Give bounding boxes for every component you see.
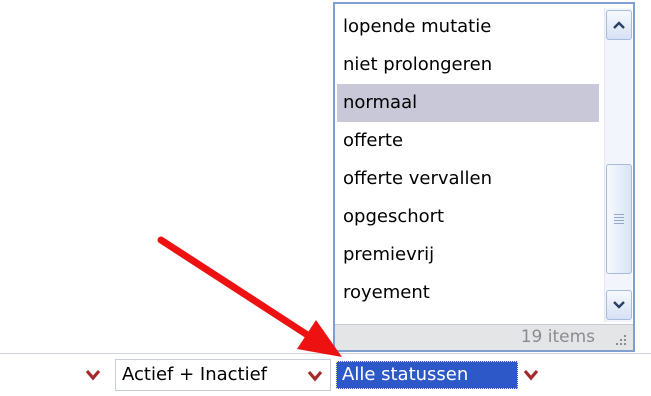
resize-grip-icon[interactable] bbox=[613, 332, 627, 346]
active-filter-value: Actief + Inactief bbox=[122, 364, 268, 385]
popup-footer: 19 items bbox=[335, 324, 633, 350]
scrollbar-thumb[interactable] bbox=[606, 164, 632, 274]
list-item[interactable]: royement bbox=[337, 274, 599, 312]
filter-combo-left[interactable] bbox=[0, 359, 110, 391]
status-options-list[interactable]: lopende mutatie niet prolongeren normaal… bbox=[337, 8, 599, 322]
chevron-down-icon bbox=[307, 370, 323, 382]
list-item-selected[interactable]: normaal bbox=[337, 84, 599, 122]
dropdown-button[interactable] bbox=[304, 367, 326, 385]
grip-icon bbox=[614, 212, 624, 226]
list-item[interactable]: opgeschort bbox=[337, 198, 599, 236]
status-filter-combo[interactable]: Alle statussen bbox=[334, 359, 554, 391]
chevron-down-icon bbox=[523, 369, 539, 381]
scroll-up-button[interactable] bbox=[606, 10, 632, 40]
list-item[interactable]: offerte bbox=[337, 122, 599, 160]
scroll-down-button[interactable] bbox=[606, 290, 632, 320]
chevron-up-icon bbox=[613, 21, 625, 29]
status-filter-value[interactable]: Alle statussen bbox=[336, 361, 518, 389]
vertical-scrollbar[interactable] bbox=[604, 8, 632, 322]
dropdown-button[interactable] bbox=[520, 366, 542, 384]
status-dropdown-popup[interactable]: lopende mutatie niet prolongeren normaal… bbox=[333, 2, 635, 352]
filter-bar: Actief + Inactief Alle statussen bbox=[0, 356, 651, 394]
list-item[interactable]: lopende mutatie bbox=[337, 8, 599, 46]
list-item[interactable]: offerte vervallen bbox=[337, 160, 599, 198]
chevron-down-icon bbox=[613, 301, 625, 309]
chevron-down-icon bbox=[85, 369, 101, 381]
dropdown-button[interactable] bbox=[82, 366, 104, 384]
filter-bar-divider bbox=[0, 353, 651, 354]
active-filter-combo[interactable]: Actief + Inactief bbox=[115, 359, 331, 391]
list-item[interactable]: niet prolongeren bbox=[337, 46, 599, 84]
list-item[interactable]: premievrij bbox=[337, 236, 599, 274]
item-count: 19 items bbox=[520, 327, 595, 347]
